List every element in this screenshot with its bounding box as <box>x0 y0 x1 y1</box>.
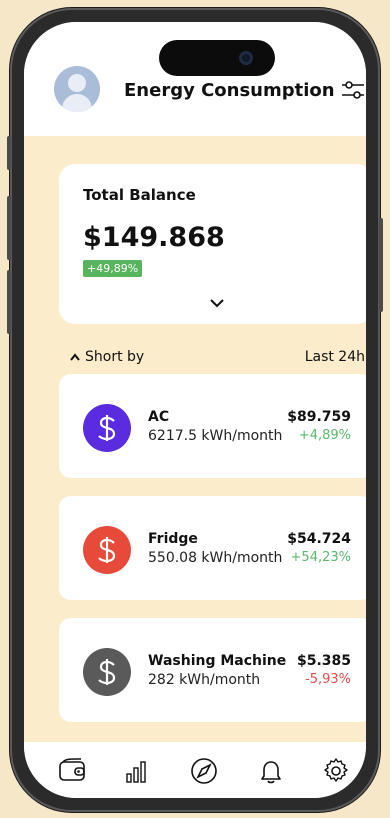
side-button <box>7 196 11 260</box>
side-button <box>7 270 11 334</box>
item-amount: $54.724 <box>287 531 351 547</box>
chevron-up-icon <box>70 353 80 361</box>
balance-change-badge: +49,89% <box>83 260 143 277</box>
avatar-body <box>62 94 92 112</box>
dollar-icon <box>83 648 131 696</box>
filter-icon[interactable] <box>340 78 366 102</box>
phone-screen: Energy Consumption Total Balance $149.86… <box>24 22 366 798</box>
item-name: Washing Machine <box>148 653 287 669</box>
item-name: AC <box>148 409 170 425</box>
item-change: -5,93% <box>305 672 351 687</box>
avatar[interactable] <box>54 66 100 112</box>
item-change: +54,23% <box>290 550 351 565</box>
total-balance-card[interactable]: Total Balance $149.868 +49,89% <box>59 164 366 324</box>
sort-by-button[interactable]: Short by <box>69 349 144 365</box>
gear-icon[interactable] <box>321 756 351 786</box>
avatar-head <box>68 74 86 92</box>
side-button <box>379 218 383 312</box>
item-usage: 6217.5 kWh/month <box>148 428 283 444</box>
bell-icon[interactable] <box>256 756 286 786</box>
compass-icon[interactable] <box>189 756 219 786</box>
balance-amount: $149.868 <box>83 222 225 253</box>
camera-icon <box>239 51 253 65</box>
list-item[interactable]: AC 6217.5 kWh/month $89.759 +4,89% <box>59 374 366 478</box>
item-amount: $89.759 <box>287 409 351 425</box>
phone-frame: Energy Consumption Total Balance $149.86… <box>7 8 383 812</box>
page-title: Energy Consumption <box>124 80 335 101</box>
list-item[interactable]: Fridge 550.08 kWh/month $54.724 +54,23% <box>59 496 366 600</box>
item-usage: 550.08 kWh/month <box>148 550 283 566</box>
dollar-sign-icon <box>98 415 116 441</box>
sort-row: Short by Last 24h <box>69 349 366 367</box>
dollar-sign-icon <box>98 537 116 563</box>
balance-label: Total Balance <box>83 186 196 204</box>
dynamic-island <box>159 40 275 76</box>
dollar-icon <box>83 526 131 574</box>
wallet-icon[interactable] <box>57 756 87 786</box>
app-canvas: Energy Consumption Total Balance $149.86… <box>0 0 390 818</box>
item-usage: 282 kWh/month <box>148 672 261 688</box>
side-button <box>7 136 11 170</box>
dollar-sign-icon <box>98 659 116 685</box>
item-amount: $5.385 <box>296 653 351 669</box>
bottom-nav <box>24 742 366 798</box>
chevron-down-icon[interactable] <box>209 298 225 308</box>
item-name: Fridge <box>148 531 198 547</box>
dollar-icon <box>83 404 131 452</box>
list-item[interactable]: Washing Machine 282 kWh/month $5.385 -5,… <box>59 618 366 722</box>
time-range-dropdown[interactable]: Last 24h <box>305 349 366 365</box>
item-change: +4,89% <box>298 428 351 443</box>
time-range-label: Last 24h <box>304 349 365 365</box>
sort-by-label: Short by <box>85 349 145 365</box>
bar-chart-icon[interactable] <box>122 756 152 786</box>
